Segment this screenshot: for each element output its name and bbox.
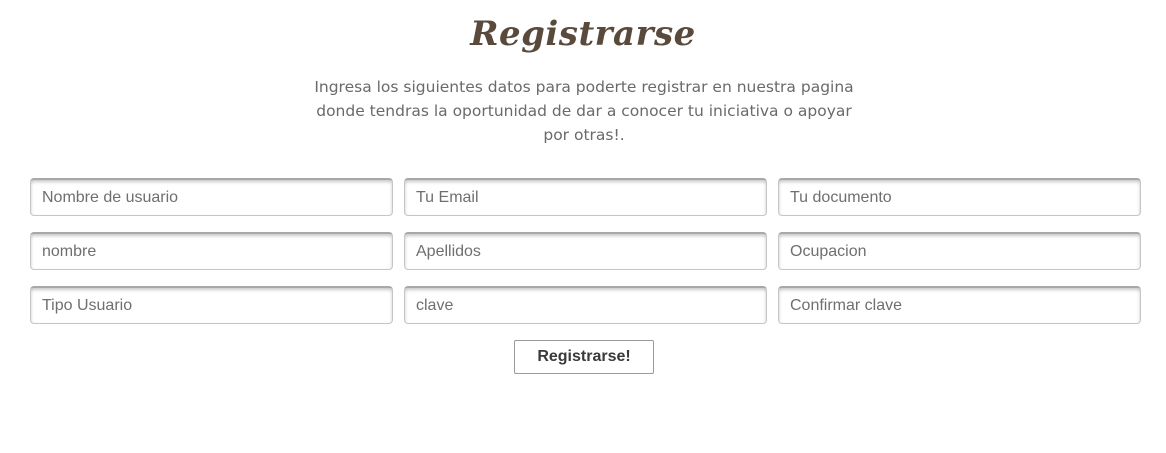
user-type-field[interactable] xyxy=(30,286,393,324)
first-name-field[interactable] xyxy=(30,232,393,270)
document-field[interactable] xyxy=(778,178,1141,216)
intro-text: Ingresa los siguientes datos para podert… xyxy=(314,78,854,144)
registration-form xyxy=(30,178,1141,324)
page-title: Registrarse xyxy=(470,14,696,54)
email-field[interactable] xyxy=(404,178,767,216)
password-field[interactable] xyxy=(404,286,767,324)
last-name-field[interactable] xyxy=(404,232,767,270)
register-button[interactable]: Registrarse! xyxy=(514,340,654,374)
confirm-password-field[interactable] xyxy=(778,286,1141,324)
username-field[interactable] xyxy=(30,178,393,216)
occupation-field[interactable] xyxy=(778,232,1141,270)
registration-page: Registrarse Ingresa los siguientes datos… xyxy=(0,0,1166,453)
